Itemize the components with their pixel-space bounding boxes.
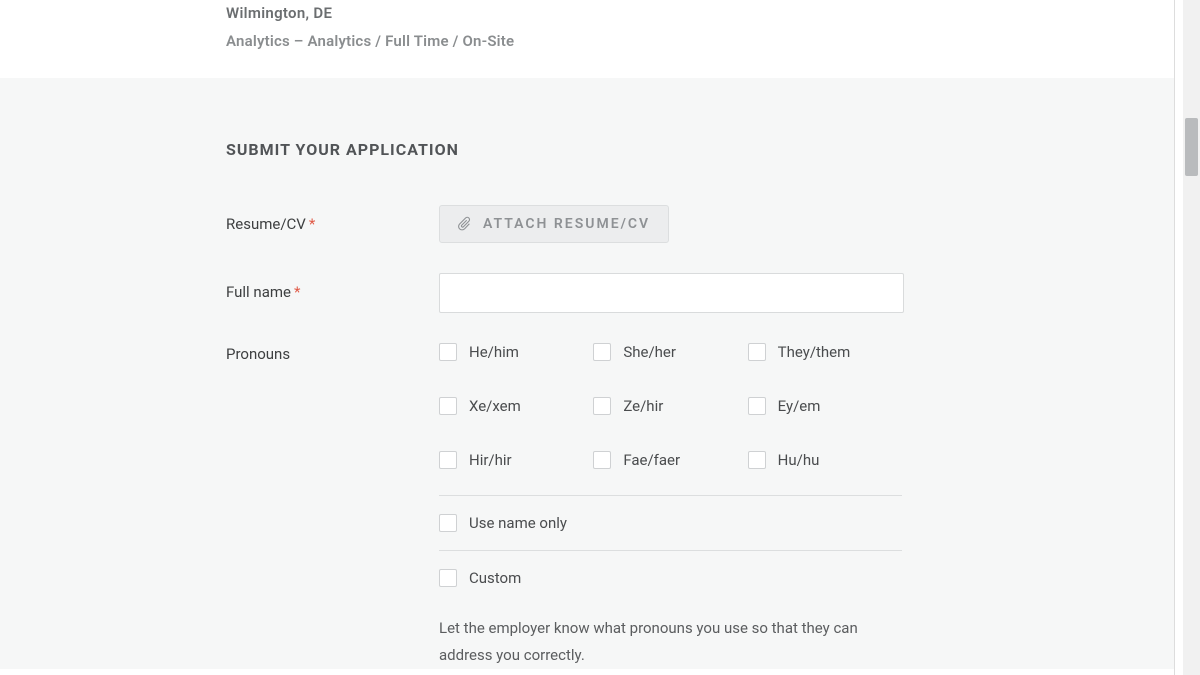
- checkbox-he-him[interactable]: [439, 343, 457, 361]
- section-title: SUBMIT YOUR APPLICATION: [226, 140, 1174, 159]
- checkbox-ze-hir[interactable]: [593, 397, 611, 415]
- fullname-input[interactable]: [439, 273, 904, 313]
- scrollbar-track[interactable]: [1183, 0, 1200, 675]
- checkbox-fae-faer[interactable]: [593, 451, 611, 469]
- checkbox-hir-hir[interactable]: [439, 451, 457, 469]
- job-location: Wilmington, DE: [226, 0, 1174, 22]
- scrollbar-thumb[interactable]: [1185, 118, 1198, 176]
- checkbox-label: Custom: [469, 569, 521, 587]
- checkbox-ey-em[interactable]: [748, 397, 766, 415]
- checkbox-use-name-only[interactable]: [439, 514, 457, 532]
- required-asterisk: *: [294, 283, 300, 301]
- checkbox-label: They/them: [778, 343, 851, 361]
- checkbox-label: She/her: [623, 343, 676, 361]
- pronouns-label: Pronouns: [226, 343, 439, 363]
- attach-resume-button[interactable]: ATTACH RESUME/CV: [439, 205, 669, 243]
- resume-label: Resume/CV*: [226, 205, 439, 233]
- checkbox-custom[interactable]: [439, 569, 457, 587]
- checkbox-label: Xe/xem: [469, 397, 521, 415]
- checkbox-they-them[interactable]: [748, 343, 766, 361]
- job-meta: Analytics – Analytics / Full Time / On-S…: [226, 32, 1174, 50]
- checkbox-label: Ze/hir: [623, 397, 663, 415]
- checkbox-hu-hu[interactable]: [748, 451, 766, 469]
- checkbox-label: Hir/hir: [469, 451, 512, 469]
- checkbox-label: Fae/faer: [623, 451, 680, 469]
- checkbox-she-her[interactable]: [593, 343, 611, 361]
- required-asterisk: *: [309, 215, 315, 233]
- paperclip-icon: [458, 216, 471, 232]
- checkbox-label: Hu/hu: [778, 451, 820, 469]
- checkbox-xe-xem[interactable]: [439, 397, 457, 415]
- attach-resume-label: ATTACH RESUME/CV: [483, 216, 650, 232]
- checkbox-label: Use name only: [469, 514, 567, 532]
- fullname-label: Full name*: [226, 273, 439, 301]
- checkbox-label: Ey/em: [778, 397, 821, 415]
- checkbox-label: He/him: [469, 343, 519, 361]
- pronouns-help-text: Let the employer know what pronouns you …: [439, 615, 869, 669]
